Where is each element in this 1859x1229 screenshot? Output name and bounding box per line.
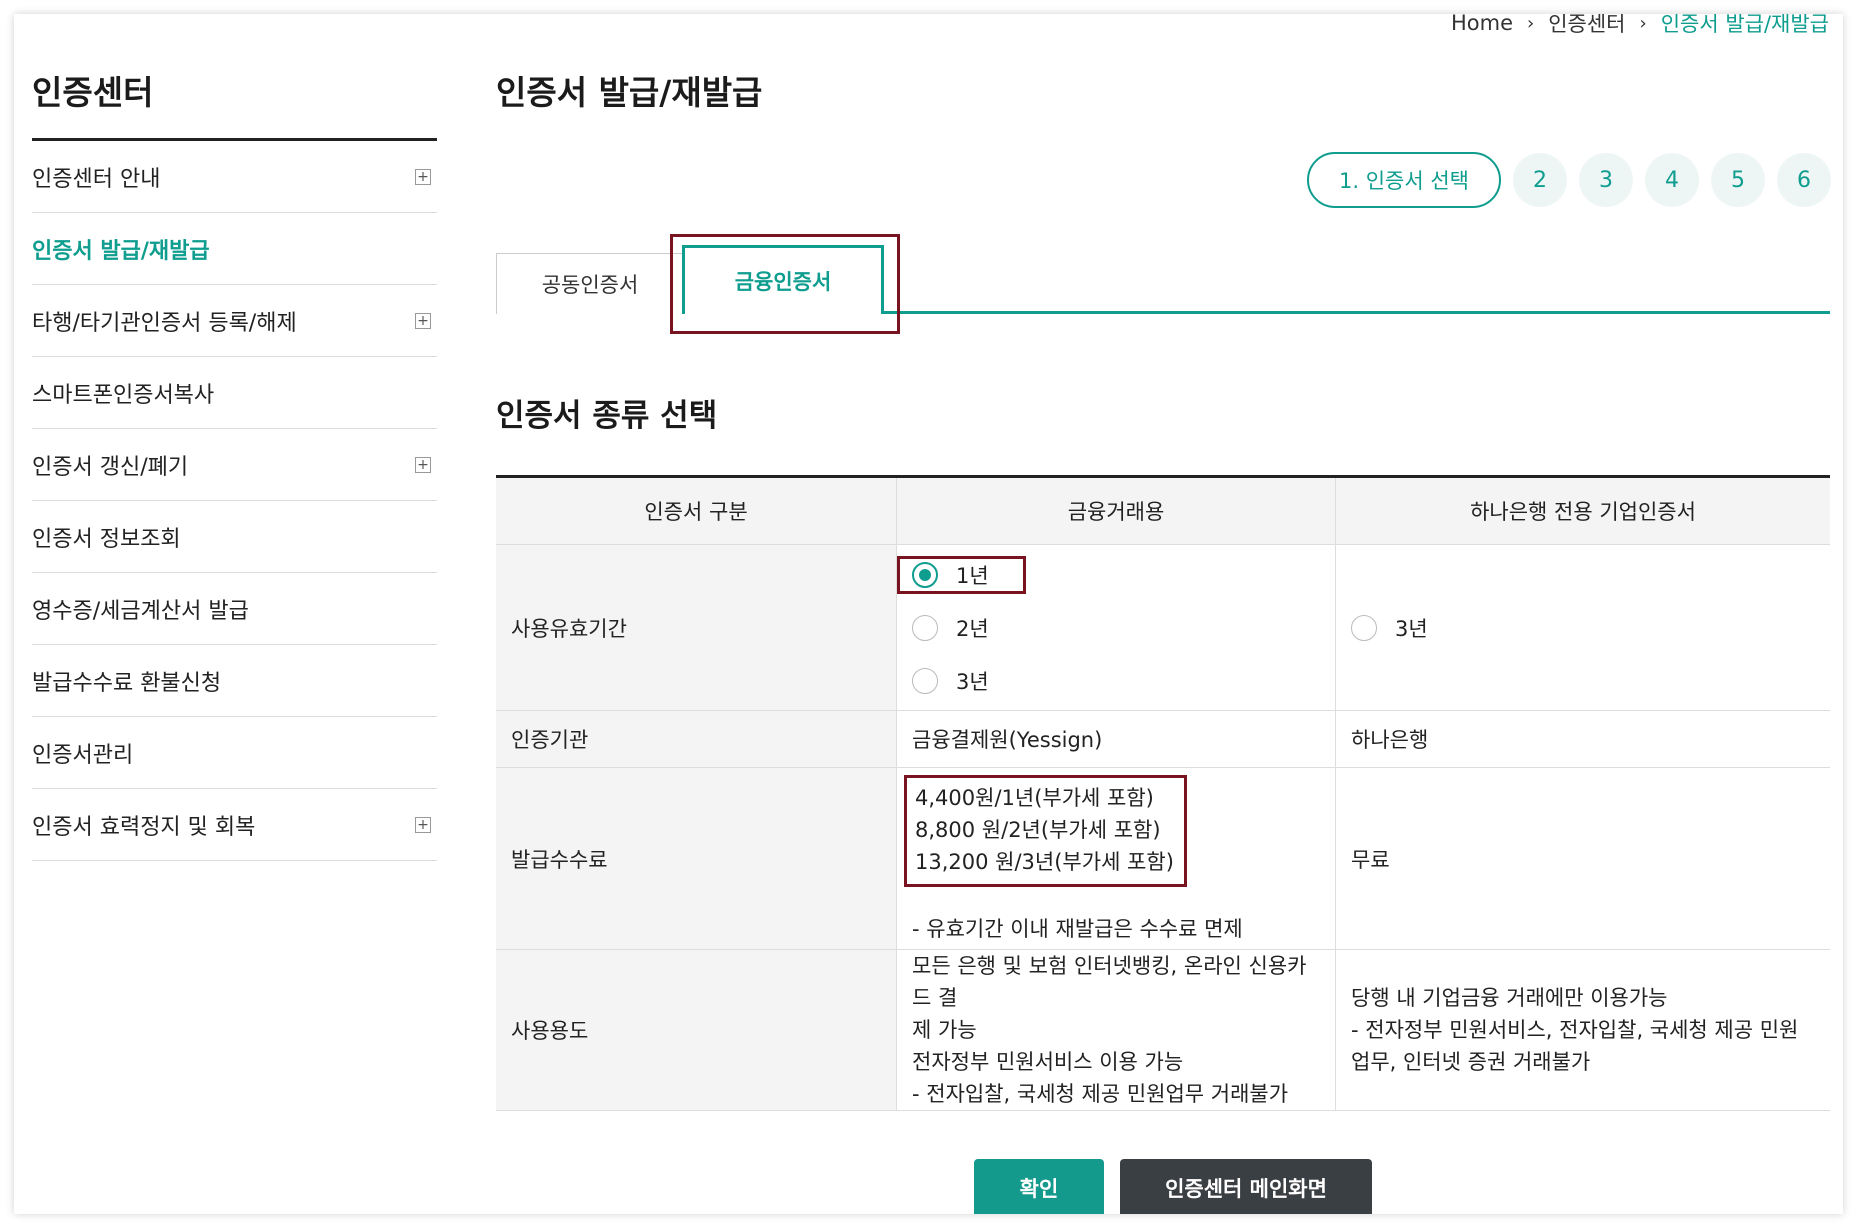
sidebar-item-renew[interactable]: 인증서 갱신/폐기 + <box>32 429 437 501</box>
highlight-box: 1년 <box>897 555 1026 594</box>
sidebar: 인증센터 인증센터 안내 + 인증서 발급/재발급 타행/타기관인증서 등록/해… <box>32 66 437 861</box>
sidebar-item-label: 발급수수료 환불신청 <box>32 670 222 696</box>
table-header: 금융거래용 <box>896 476 1336 545</box>
table-row: 사용용도 모든 은행 및 보험 인터넷뱅킹, 온라인 신용카드 결 제 가능 전… <box>496 949 1830 1111</box>
radio-label: 3년 <box>1395 616 1428 641</box>
step-5: 5 <box>1711 153 1765 207</box>
usage-cell: 모든 은행 및 보험 인터넷뱅킹, 온라인 신용카드 결 제 가능 전자정부 민… <box>896 949 1336 1111</box>
radio-label: 2년 <box>956 616 989 641</box>
table-row: 인증기관 금융결제원(Yessign) 하나은행 <box>496 710 1830 768</box>
radio-corp-3y[interactable] <box>1351 614 1377 641</box>
usage-line: 전자정부 민원서비스 이용 가능 <box>912 1050 1184 1074</box>
sidebar-item-other-register[interactable]: 타행/타기관인증서 등록/해제 + <box>32 285 437 357</box>
sidebar-item-info[interactable]: 인증서 정보조회 <box>32 501 437 573</box>
breadcrumb: Home › 인증센터 › 인증서 발급/재발급 <box>1451 14 1829 38</box>
table-cell: 금융결제원(Yessign) <box>896 710 1336 768</box>
sidebar-item-refund[interactable]: 발급수수료 환불신청 <box>32 645 437 717</box>
sidebar-item-suspend[interactable]: 인증서 효력정지 및 회복 + <box>32 789 437 861</box>
breadcrumb-level1[interactable]: 인증센터 <box>1548 14 1625 38</box>
sidebar-item-label: 인증서관리 <box>32 742 134 768</box>
usage-line: 제 가능 <box>912 1018 977 1042</box>
usage-line: 모든 은행 및 보험 인터넷뱅킹, 온라인 신용카드 결 <box>912 954 1307 1010</box>
step-indicator: 1. 인증서 선택 2 3 4 5 6 <box>1307 152 1831 208</box>
page-title: 인증서 발급/재발급 <box>496 73 763 112</box>
fee-cell: 4,400원/1년(부가세 포함) 8,800 원/2년(부가세 포함) 13,… <box>896 767 1336 950</box>
page-frame: Home › 인증센터 › 인증서 발급/재발급 인증센터 인증센터 안내 + … <box>14 14 1843 1214</box>
radio-label: 1년 <box>956 563 989 588</box>
table-cell: 하나은행 <box>1335 710 1830 768</box>
sidebar-item-label: 인증서 효력정지 및 회복 <box>32 814 256 840</box>
step-6: 6 <box>1777 153 1831 207</box>
fee-line: 13,200 원/3년(부가세 포함) <box>915 849 1174 874</box>
radio-option-1y[interactable]: 1년 <box>897 548 1320 601</box>
validity-options: 1년 2년 3년 <box>896 544 1336 711</box>
highlight-box: 4,400원/1년(부가세 포함) 8,800 원/2년(부가세 포함) 13,… <box>904 774 1187 887</box>
plus-icon[interactable]: + <box>415 168 431 185</box>
row-label: 인증기관 <box>496 710 897 768</box>
table-row: 사용유효기간 1년 2년 3년 3년 <box>496 544 1830 711</box>
radio-option-3y[interactable]: 3년 <box>912 654 1320 707</box>
fee-line: 8,800 원/2년(부가세 포함) <box>915 817 1161 842</box>
sidebar-item-issue[interactable]: 인증서 발급/재발급 <box>32 213 437 285</box>
step-2: 2 <box>1513 153 1567 207</box>
radio-2y[interactable] <box>912 614 938 641</box>
usage-line: 업무, 인터넷 증권 거래불가 <box>1351 1050 1591 1074</box>
step-4: 4 <box>1645 153 1699 207</box>
sidebar-item-label: 인증서 갱신/폐기 <box>32 454 189 480</box>
table-cell: 무료 <box>1335 767 1830 950</box>
sidebar-item-receipt[interactable]: 영수증/세금계산서 발급 <box>32 573 437 645</box>
sidebar-item-smartphone-copy[interactable]: 스마트폰인증서복사 <box>32 357 437 429</box>
tab-public-cert[interactable]: 공동인증서 <box>496 253 684 314</box>
sidebar-item-label: 인증서 정보조회 <box>32 526 181 552</box>
confirm-button[interactable]: 확인 <box>974 1159 1104 1214</box>
row-label: 사용유효기간 <box>496 544 897 711</box>
usage-line: - 전자입찰, 국세청 제공 민원업무 거래불가 <box>912 1082 1289 1106</box>
plus-icon[interactable]: + <box>415 312 431 329</box>
radio-option-2y[interactable]: 2년 <box>912 601 1320 654</box>
fee-line: 4,400원/1년(부가세 포함) <box>915 785 1154 810</box>
radio-1y[interactable] <box>912 561 938 588</box>
sidebar-item-label: 타행/타기관인증서 등록/해제 <box>32 310 297 336</box>
sidebar-item-label: 인증서 발급/재발급 <box>32 238 210 264</box>
table-header: 하나은행 전용 기업인증서 <box>1335 476 1830 545</box>
step-3: 3 <box>1579 153 1633 207</box>
usage-cell-corporate: 당행 내 기업금융 거래에만 이용가능 - 전자정부 민원서비스, 전자입찰, … <box>1335 949 1830 1111</box>
chevron-right-icon: › <box>1527 14 1535 34</box>
sidebar-title: 인증센터 <box>32 66 437 141</box>
row-label: 발급수수료 <box>496 767 897 950</box>
section-title: 인증서 종류 선택 <box>496 398 718 434</box>
usage-line: 당행 내 기업금융 거래에만 이용가능 <box>1351 986 1668 1010</box>
sidebar-item-guide[interactable]: 인증센터 안내 + <box>32 141 437 213</box>
radio-option-corp-3y[interactable]: 3년 <box>1351 601 1815 654</box>
breadcrumb-home[interactable]: Home <box>1451 14 1513 35</box>
radio-3y[interactable] <box>912 667 938 694</box>
radio-label: 3년 <box>956 669 989 694</box>
table-row: 발급수수료 4,400원/1년(부가세 포함) 8,800 원/2년(부가세 포… <box>496 767 1830 950</box>
fee-note: - 유효기간 이내 재발급은 수수료 면제 <box>912 916 1243 941</box>
sidebar-item-label: 영수증/세금계산서 발급 <box>32 598 249 624</box>
action-buttons: 확인 인증센터 메인화면 <box>974 1159 1372 1214</box>
breadcrumb-current: 인증서 발급/재발급 <box>1660 14 1829 36</box>
sidebar-item-label: 스마트폰인증서복사 <box>32 382 215 408</box>
chevron-right-icon: › <box>1639 14 1647 34</box>
row-label: 사용용도 <box>496 949 897 1111</box>
sidebar-item-manage[interactable]: 인증서관리 <box>32 717 437 789</box>
cert-type-table: 인증서 구분 금융거래용 하나은행 전용 기업인증서 사용유효기간 1년 2년 <box>496 475 1830 1111</box>
plus-icon[interactable]: + <box>415 456 431 473</box>
sidebar-item-label: 인증센터 안내 <box>32 166 161 192</box>
plus-icon[interactable]: + <box>415 816 431 833</box>
usage-line: - 전자정부 민원서비스, 전자입찰, 국세청 제공 민원 <box>1351 1018 1799 1042</box>
table-header: 인증서 구분 <box>496 476 897 545</box>
highlight-box <box>670 234 900 334</box>
step-current: 1. 인증서 선택 <box>1307 152 1501 208</box>
validity-options-corporate: 3년 <box>1335 544 1830 711</box>
main-page-button[interactable]: 인증센터 메인화면 <box>1120 1159 1372 1214</box>
table-header-row: 인증서 구분 금융거래용 하나은행 전용 기업인증서 <box>496 476 1830 545</box>
